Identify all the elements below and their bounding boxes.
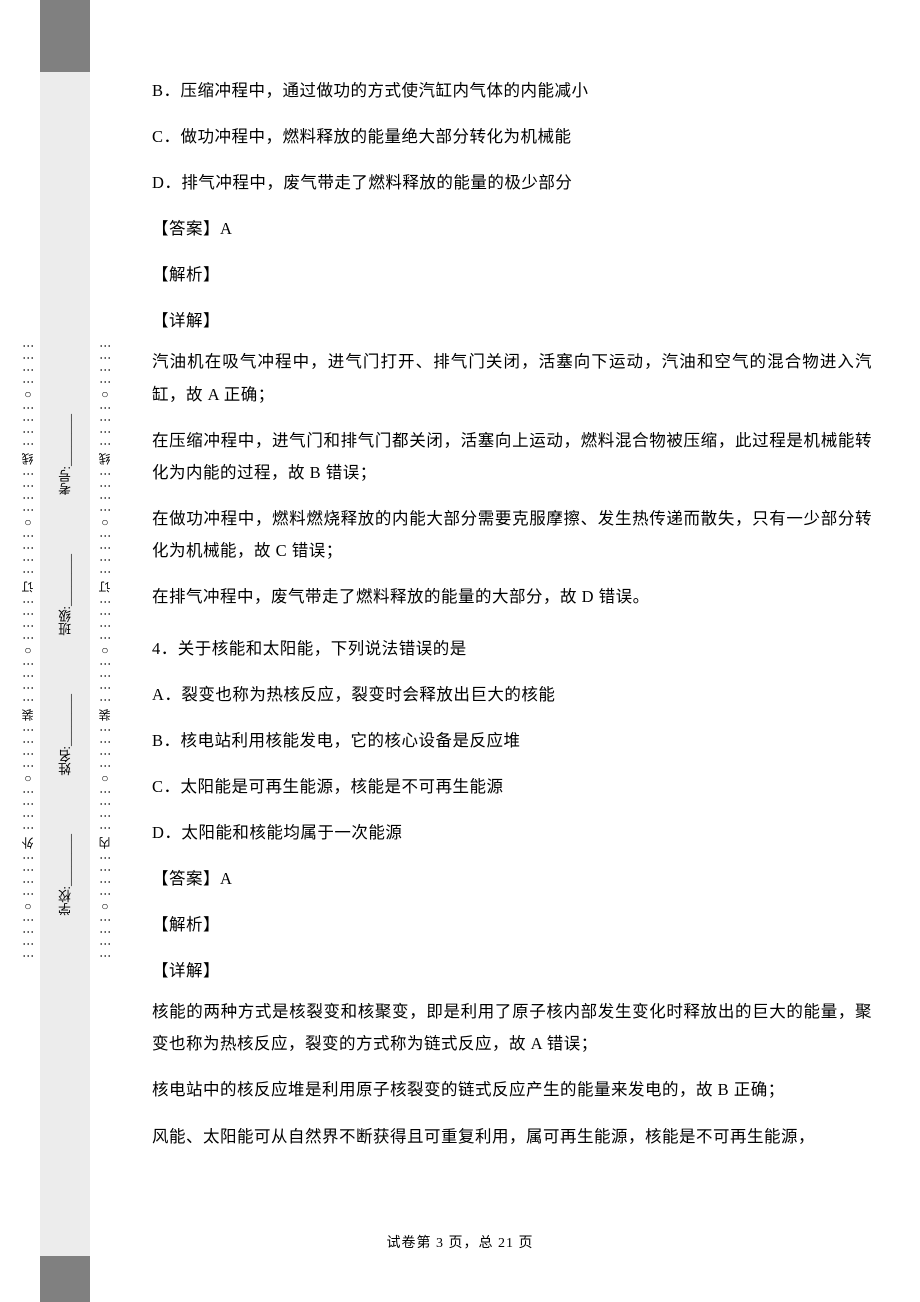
binding-marks-inner: ⋮⋮⋮⋮○⋮⋮⋮⋮ 内 ⋮⋮⋮⋮○⋮⋮⋮⋮ 装 ⋮⋮⋮⋮○⋮⋮⋮⋮ 订 ⋮⋮⋮⋮… — [95, 0, 115, 1302]
explanation-p3: 在做功冲程中，燃料燃烧释放的内能大部分需要克服摩擦、发生热传递而散失，只有一少部… — [152, 503, 872, 567]
option-d: D．排气冲程中，废气带走了燃料释放的能量的极少部分 — [152, 162, 872, 204]
answer-1: 【答案】A — [152, 208, 872, 250]
answer-2: 【答案】A — [152, 858, 872, 900]
gutter-cap-bottom — [40, 1256, 90, 1302]
binding-marks-inner-text: ⋮⋮⋮⋮○⋮⋮⋮⋮ 内 ⋮⋮⋮⋮○⋮⋮⋮⋮ 装 ⋮⋮⋮⋮○⋮⋮⋮⋮ 订 ⋮⋮⋮⋮… — [99, 340, 111, 962]
question-4: 4．关于核能和太阳能，下列说法错误的是 — [152, 628, 872, 670]
field-name[interactable]: 姓名:________ — [56, 694, 75, 776]
answer-1-value: A — [220, 219, 232, 238]
gutter-cap-top — [40, 0, 90, 72]
explanation-p4: 在排气冲程中，废气带走了燃料释放的能量的大部分，故 D 错误。 — [152, 581, 872, 613]
field-class[interactable]: 班级:________ — [56, 554, 75, 636]
explanation-p7: 风能、太阳能可从自然界不断获得且可重复利用，属可再生能源，核能是不可再生能源， — [152, 1121, 872, 1153]
option-c: C．做功冲程中，燃料释放的能量绝大部分转化为机械能 — [152, 116, 872, 158]
answer-2-label: 【答案】 — [152, 869, 220, 888]
option-b: B．压缩冲程中，通过做功的方式使汽缸内气体的内能减小 — [152, 70, 872, 112]
form-strip: 学校:________ 姓名:________ 班级:________ 考号:_… — [55, 385, 75, 945]
explanation-p5: 核能的两种方式是核裂变和核聚变，即是利用了原子核内部发生变化时释放出的巨大的能量… — [152, 996, 872, 1060]
q4-option-d: D．太阳能和核能均属于一次能源 — [152, 812, 872, 854]
q4-option-a: A．裂变也称为热核反应，裂变时会释放出巨大的核能 — [152, 674, 872, 716]
page-content: B．压缩冲程中，通过做功的方式使汽缸内气体的内能减小 C．做功冲程中，燃料释放的… — [152, 70, 872, 1272]
analysis-heading-1: 【解析】 — [152, 254, 872, 296]
explanation-p2: 在压缩冲程中，进气门和排气门都关闭，活塞向上运动，燃料混合物被压缩，此过程是机械… — [152, 425, 872, 489]
explanation-p1: 汽油机在吸气冲程中，进气门打开、排气门关闭，活塞向下运动，汽油和空气的混合物进入… — [152, 346, 872, 410]
answer-1-label: 【答案】 — [152, 219, 220, 238]
detail-heading-1: 【详解】 — [152, 300, 872, 342]
field-exam[interactable]: 考号:________ — [56, 414, 75, 496]
answer-2-value: A — [220, 869, 232, 888]
q4-option-b: B．核电站利用核能发电，它的核心设备是反应堆 — [152, 720, 872, 762]
explanation-p6: 核电站中的核反应堆是利用原子核裂变的链式反应产生的能量来发电的，故 B 正确； — [152, 1074, 872, 1106]
binding-marks-outer-text: ⋮⋮⋮⋮○⋮⋮⋮⋮ 外 ⋮⋮⋮⋮○⋮⋮⋮⋮ 装 ⋮⋮⋮⋮○⋮⋮⋮⋮ 订 ⋮⋮⋮⋮… — [22, 340, 34, 962]
q4-option-c: C．太阳能是可再生能源，核能是不可再生能源 — [152, 766, 872, 808]
field-school[interactable]: 学校:________ — [56, 834, 75, 916]
page-footer: 试卷第 3 页，总 21 页 — [0, 1232, 920, 1252]
binding-marks-outer: ⋮⋮⋮⋮○⋮⋮⋮⋮ 外 ⋮⋮⋮⋮○⋮⋮⋮⋮ 装 ⋮⋮⋮⋮○⋮⋮⋮⋮ 订 ⋮⋮⋮⋮… — [18, 0, 38, 1302]
analysis-heading-2: 【解析】 — [152, 904, 872, 946]
detail-heading-2: 【详解】 — [152, 950, 872, 992]
